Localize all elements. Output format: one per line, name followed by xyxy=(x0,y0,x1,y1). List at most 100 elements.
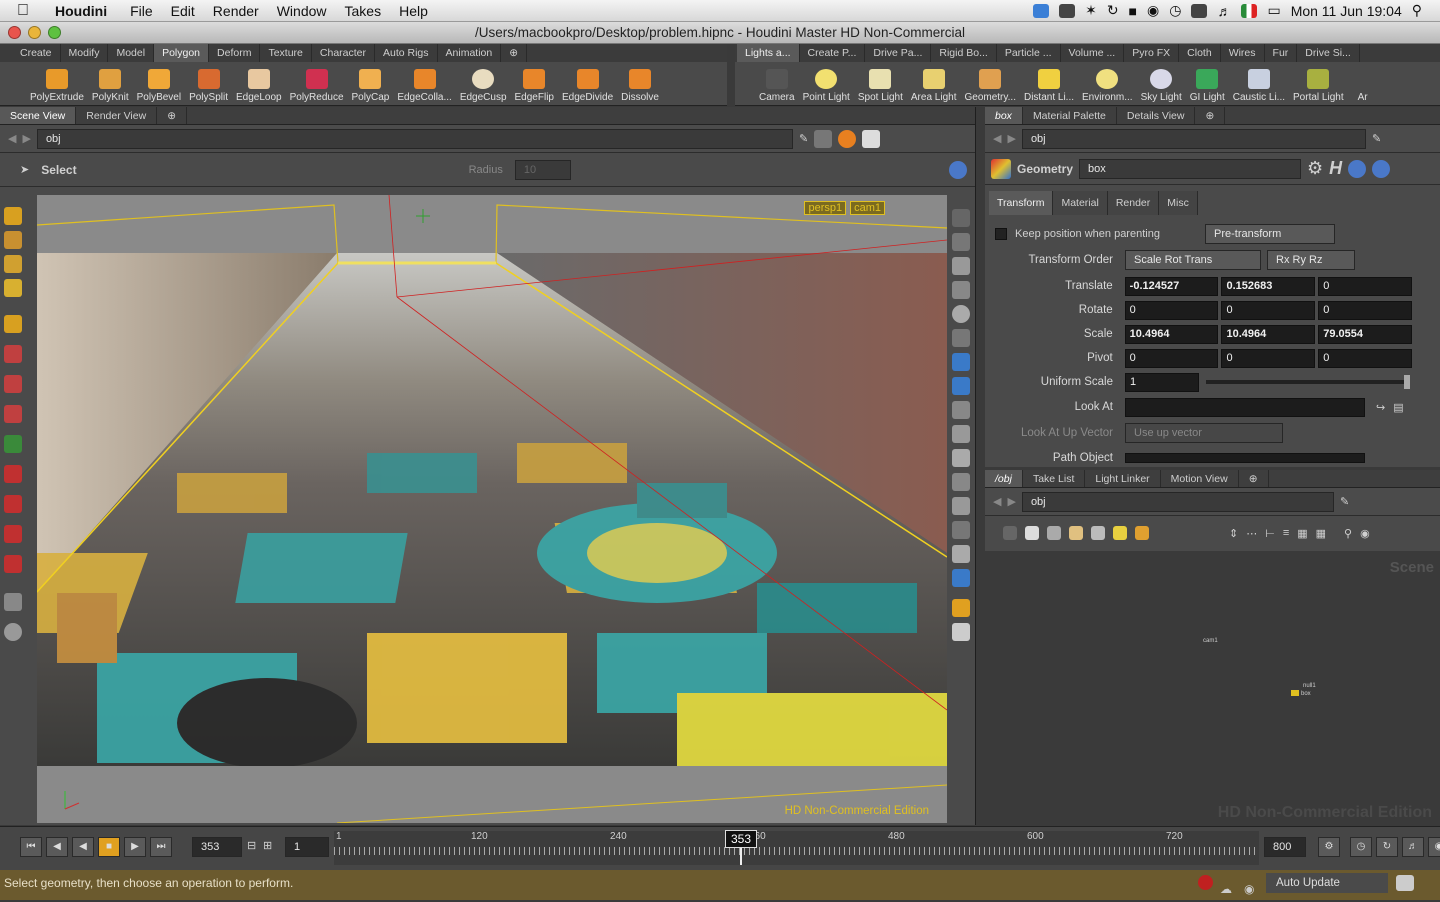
shelf-tab-cloth[interactable]: Cloth xyxy=(1179,44,1221,62)
tool-edgecusp[interactable]: EdgeCusp xyxy=(456,62,511,106)
volume-icon[interactable]: ♬ xyxy=(1217,3,1231,19)
pivot-x-field[interactable]: 0 xyxy=(1124,348,1219,368)
shelf-tab-createp[interactable]: Create P... xyxy=(800,44,866,62)
point-display-icon[interactable] xyxy=(952,353,970,371)
display-toggle-icon[interactable] xyxy=(952,209,970,227)
spotlight-icon[interactable]: ⚲ xyxy=(1412,2,1422,19)
param-help-icon[interactable] xyxy=(1372,159,1391,178)
shelf-tab-modify[interactable]: Modify xyxy=(61,44,109,62)
frame-step-field[interactable]: 1 xyxy=(285,837,329,857)
scale-z-field[interactable]: 79.0554 xyxy=(1318,324,1413,344)
link-view-icon[interactable] xyxy=(952,545,970,563)
tab-render-view[interactable]: Render View xyxy=(76,107,158,124)
step-back-key-button[interactable]: ◀ xyxy=(46,837,68,857)
tool-polycap[interactable]: PolyCap xyxy=(348,62,394,106)
tool-geometrylight[interactable]: Geometry... xyxy=(960,62,1020,106)
tool-portallight[interactable]: Portal Light xyxy=(1289,62,1348,106)
info-icon[interactable] xyxy=(1348,159,1367,178)
net-grid2-icon[interactable]: ▦ xyxy=(1316,527,1326,540)
shelf-tab-wires[interactable]: Wires xyxy=(1221,44,1265,62)
snap-point-icon[interactable] xyxy=(4,525,22,543)
snap-grid-icon[interactable] xyxy=(4,465,22,483)
tool-edgecollapse[interactable]: EdgeColla... xyxy=(393,62,455,106)
menu-app[interactable]: Houdini xyxy=(46,3,121,19)
paint-tool-icon[interactable] xyxy=(4,231,22,249)
rotate-x-field[interactable]: 0 xyxy=(1124,300,1219,320)
timeline-slider[interactable]: 1 120 240 360 480 600 720 353 xyxy=(334,830,1259,865)
shelf-tab-drivesi[interactable]: Drive Si... xyxy=(1297,44,1360,62)
gear-icon[interactable]: ⚙ xyxy=(1307,158,1323,179)
net-view-icon[interactable]: ◉ xyxy=(1360,527,1370,540)
current-frame-field[interactable]: 353 xyxy=(192,837,242,857)
jump-end-button[interactable]: ⏭ xyxy=(150,837,172,857)
hda-icon[interactable]: H xyxy=(1329,158,1342,179)
network-editor[interactable]: Scene cam1 null1 box HD Non-Commercial E… xyxy=(985,551,1440,824)
shelf-tab-character[interactable]: Character xyxy=(312,44,375,62)
move-tool-icon[interactable] xyxy=(4,345,22,363)
persp-camera-menu[interactable]: persp1 xyxy=(804,201,847,215)
menu-file[interactable]: File xyxy=(121,3,162,19)
menu-edit[interactable]: Edit xyxy=(162,3,204,19)
bg-image-icon[interactable] xyxy=(952,425,970,443)
text-display-icon[interactable] xyxy=(952,521,970,539)
subtab-render[interactable]: Render xyxy=(1107,191,1160,215)
quad-view-icon[interactable] xyxy=(952,599,970,617)
keep-position-checkbox[interactable] xyxy=(995,228,1007,240)
update-mode-menu[interactable]: Auto Update xyxy=(1266,873,1388,893)
node-null1[interactable]: null1 xyxy=(1303,683,1316,689)
magic-tool-icon[interactable] xyxy=(4,255,22,273)
lookat-field[interactable] xyxy=(1125,397,1365,417)
subtab-misc[interactable]: Misc xyxy=(1159,191,1198,215)
add-shelf-tab-icon[interactable]: ⊕ xyxy=(501,44,528,62)
translate-y-field[interactable]: 0.152683 xyxy=(1221,276,1316,296)
display-icon[interactable] xyxy=(1191,3,1208,18)
node-box[interactable]: box xyxy=(1301,691,1311,697)
shelf-tab-deform[interactable]: Deform xyxy=(209,44,261,62)
cloud-icon[interactable]: ☁ xyxy=(1220,876,1232,902)
param-back-icon[interactable]: ◀ xyxy=(993,132,1001,145)
label-display-icon[interactable] xyxy=(952,473,970,491)
3d-viewport[interactable]: persp1 cam1 HD Non-Commercial Edition xyxy=(37,195,947,823)
shelf-tab-polygon[interactable]: Polygon xyxy=(154,44,210,62)
close-icon[interactable] xyxy=(8,26,21,39)
param-path-field[interactable]: obj xyxy=(1021,128,1366,149)
network-path-field[interactable]: obj xyxy=(1021,491,1334,512)
shelf-tab-rigidbo[interactable]: Rigid Bo... xyxy=(931,44,997,62)
net-branch-icon[interactable]: ⊢ xyxy=(1265,527,1275,540)
view-tool-icon[interactable] xyxy=(4,623,22,641)
minimize-icon[interactable] xyxy=(28,26,41,39)
shelf-tab-animation[interactable]: Animation xyxy=(438,44,502,62)
menu-window[interactable]: Window xyxy=(268,3,336,19)
error-icon[interactable] xyxy=(1198,875,1213,890)
net-tree-icon[interactable] xyxy=(1025,526,1039,540)
pivot-z-field[interactable]: 0 xyxy=(1318,348,1413,368)
tool-edgeflip[interactable]: EdgeFlip xyxy=(511,62,558,106)
rotate-tool-icon[interactable] xyxy=(4,375,22,393)
playhead-frame[interactable]: 353 xyxy=(725,830,757,848)
select-arrow-icon[interactable]: ➤ xyxy=(20,163,29,176)
normal-display-icon[interactable] xyxy=(952,377,970,395)
forward-icon[interactable]: ▶ xyxy=(22,132,30,145)
param-pin-icon[interactable]: ✎ xyxy=(1372,132,1381,145)
radius-field[interactable]: 10 xyxy=(514,159,571,180)
snap-view-icon[interactable] xyxy=(952,497,970,515)
end-frame-field[interactable]: 800 xyxy=(1264,837,1306,857)
grid-icon[interactable] xyxy=(1059,3,1076,18)
shelf-tab-pyrofx[interactable]: Pyro FX xyxy=(1124,44,1180,62)
add-network-tab-icon[interactable]: ⊕ xyxy=(1239,470,1269,487)
play-reverse-button[interactable]: ◀ xyxy=(72,837,94,857)
net-table-icon[interactable] xyxy=(1047,526,1061,540)
transform-order-menu[interactable]: Scale Rot Trans xyxy=(1125,250,1261,270)
shading-icon[interactable] xyxy=(952,305,970,323)
grid-display-icon[interactable] xyxy=(952,449,970,467)
tool-causticlight[interactable]: Caustic Li... xyxy=(1229,62,1289,106)
net-align-icon[interactable]: ⋯ xyxy=(1246,527,1257,540)
translate-x-field[interactable]: -0.124527 xyxy=(1124,276,1219,296)
tool-edgedivide[interactable]: EdgeDivide xyxy=(558,62,617,106)
tool-distantlight[interactable]: Distant Li... xyxy=(1020,62,1078,106)
tool-polysplit[interactable]: PolySplit xyxy=(185,62,232,106)
battery-icon[interactable]: ▭ xyxy=(1267,2,1280,19)
shelf-tab-volume[interactable]: Volume ... xyxy=(1061,44,1125,62)
wire-icon[interactable] xyxy=(952,329,970,347)
stop-button[interactable]: ■ xyxy=(98,837,120,857)
